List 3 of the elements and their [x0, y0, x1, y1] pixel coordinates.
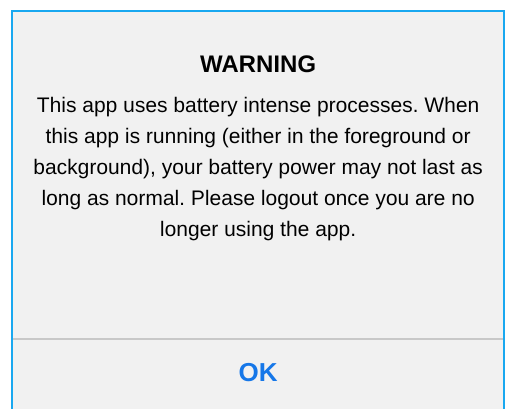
dialog-title: WARNING [200, 50, 316, 80]
dialog-message: This app uses battery intense processes. When this app is running (either in the foreground or background), your battery power may not last as long as normal. Please logout once you are no longer using the app. [33, 93, 483, 243]
ok-button[interactable]: OK [13, 340, 503, 409]
